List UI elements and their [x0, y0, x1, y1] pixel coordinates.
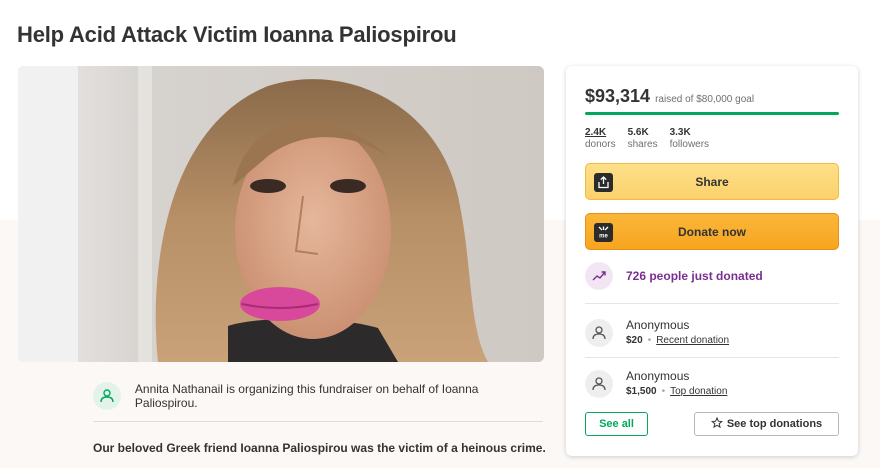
campaign-photo — [18, 66, 544, 362]
divider — [585, 357, 839, 358]
share-icon — [594, 173, 613, 192]
page-title: Help Acid Attack Victim Ioanna Paliospir… — [17, 22, 457, 47]
donation-tag-link[interactable]: Recent donation — [656, 335, 729, 346]
stats-row: 2.4K donors 5.6K shares 3.3K followers — [585, 127, 709, 151]
donation-tag-link[interactable]: Top donation — [670, 386, 727, 397]
story-first-line: Our beloved Greek friend Ioanna Paliospi… — [93, 441, 546, 455]
share-label: Share — [695, 174, 729, 189]
see-all-button[interactable]: See all — [585, 412, 648, 436]
progress-bar — [585, 112, 839, 115]
stat-followers: 3.3K followers — [670, 127, 709, 151]
amount-raised: $93,314 — [585, 86, 651, 106]
stat-label: shares — [627, 139, 658, 150]
goal-text: raised of $80,000 goal — [655, 94, 755, 105]
amount-row: $93,314 raised of $80,000 goal — [585, 86, 754, 107]
stat-shares: 5.6K shares — [628, 127, 658, 151]
donation-amount: $20 — [626, 335, 643, 346]
star-icon — [710, 416, 723, 432]
user-heart-icon — [93, 382, 121, 410]
stat-value: 2.4K — [585, 127, 607, 138]
stat-donors[interactable]: 2.4K donors — [585, 127, 616, 151]
user-heart-icon — [585, 319, 613, 347]
donate-logo-icon: me — [594, 223, 613, 242]
donation-item: Anonymous $20 • Recent donation — [585, 313, 839, 353]
donate-icon-text: me — [599, 234, 608, 240]
organizer-row: Annita Nathanail is organizing this fund… — [93, 380, 543, 412]
user-heart-icon — [585, 370, 613, 398]
donation-sidebar: $93,314 raised of $80,000 goal 2.4K dono… — [566, 66, 858, 456]
share-button[interactable]: Share — [585, 163, 839, 200]
donor-name: Anonymous — [626, 318, 690, 332]
donation-amount: $1,500 — [626, 386, 657, 397]
recent-donations-trend: 726 people just donated — [585, 261, 839, 291]
stat-label: followers — [669, 139, 710, 150]
donate-label: Donate now — [678, 224, 746, 239]
stat-value: 3.3K — [669, 127, 691, 138]
stat-value: 5.6K — [627, 127, 649, 138]
see-top-label: See top donations — [726, 418, 823, 430]
trending-up-icon — [585, 262, 613, 290]
trend-text: 726 people just donated — [626, 269, 763, 283]
divider — [93, 421, 543, 422]
donation-item: Anonymous $1,500 • Top donation — [585, 364, 839, 404]
see-top-donations-button[interactable]: See top donations — [694, 412, 839, 436]
stat-label: donors — [585, 139, 616, 150]
donate-now-button[interactable]: me Donate now — [585, 213, 839, 250]
divider — [585, 303, 839, 304]
organizer-text: Annita Nathanail is organizing this fund… — [134, 382, 479, 410]
donor-name: Anonymous — [626, 369, 690, 383]
